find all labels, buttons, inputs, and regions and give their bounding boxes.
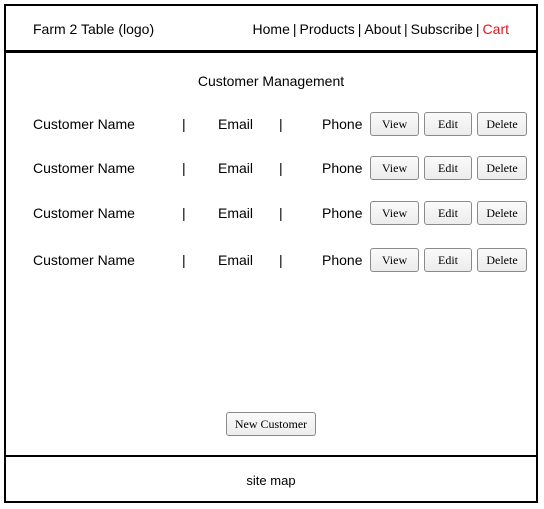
customer-row: Customer Name | Email | Phone View Edit … xyxy=(6,156,536,180)
nav-separator: | xyxy=(292,21,297,37)
delete-button[interactable]: Delete xyxy=(477,201,527,225)
customer-phone: Phone xyxy=(322,205,363,221)
view-button[interactable]: View xyxy=(370,201,419,225)
page-title: Customer Management xyxy=(197,73,345,89)
header: Farm 2 Table (logo) Home | Products | About |… xyxy=(6,6,536,53)
nav-home-link[interactable]: Home xyxy=(253,21,290,37)
column-separator: | xyxy=(182,160,186,176)
nav-about-link[interactable]: About xyxy=(364,21,401,37)
top-nav: Home | Products | About | Subscribe | Cart xyxy=(253,21,509,37)
view-button[interactable]: View xyxy=(370,248,419,272)
customer-email: Email xyxy=(218,252,254,268)
delete-button[interactable]: Delete xyxy=(477,112,527,136)
customer-name: Customer Name xyxy=(33,160,135,176)
nav-subscribe-link[interactable]: Subscribe xyxy=(411,21,473,37)
column-separator: | xyxy=(182,205,186,221)
view-button[interactable]: View xyxy=(370,156,419,180)
customer-phone: Phone xyxy=(322,252,363,268)
column-separator: | xyxy=(279,252,283,268)
customer-phone: Phone xyxy=(322,160,363,176)
nav-separator: | xyxy=(404,21,408,37)
delete-button[interactable]: Delete xyxy=(477,248,527,272)
customer-name: Customer Name xyxy=(33,252,135,268)
customer-email: Email xyxy=(218,116,254,132)
customer-email: Email xyxy=(218,205,254,221)
column-separator: | xyxy=(182,116,186,132)
site-map-link[interactable]: site map xyxy=(6,473,536,488)
customer-row: Customer Name | Email | Phone View Edit … xyxy=(6,112,536,136)
page-frame: Farm 2 Table (logo) Home | Products | About |… xyxy=(4,4,538,503)
column-separator: | xyxy=(279,205,283,221)
customer-phone: Phone xyxy=(322,116,363,132)
delete-button[interactable]: Delete xyxy=(477,156,527,180)
customer-name: Customer Name xyxy=(33,116,135,132)
view-button[interactable]: View xyxy=(370,112,419,136)
new-customer-button[interactable]: New Customer xyxy=(226,412,316,436)
edit-button[interactable]: Edit xyxy=(424,156,472,180)
edit-button[interactable]: Edit xyxy=(424,201,472,225)
customer-row: Customer Name | Email | Phone View Edit … xyxy=(6,248,536,272)
column-separator: | xyxy=(279,160,283,176)
customer-name: Customer Name xyxy=(33,205,135,221)
customer-row: Customer Name | Email | Phone View Edit … xyxy=(6,201,536,225)
edit-button[interactable]: Edit xyxy=(424,248,472,272)
nav-separator: | xyxy=(357,21,362,37)
nav-products-link[interactable]: Products xyxy=(300,21,355,37)
column-separator: | xyxy=(279,116,283,132)
customer-email: Email xyxy=(218,160,254,176)
nav-separator: | xyxy=(475,21,480,37)
nav-cart-link[interactable]: Cart xyxy=(483,21,509,37)
edit-button[interactable]: Edit xyxy=(424,112,472,136)
logo: Farm 2 Table (logo) xyxy=(33,21,155,37)
column-separator: | xyxy=(182,252,186,268)
footer: site map xyxy=(6,455,536,501)
